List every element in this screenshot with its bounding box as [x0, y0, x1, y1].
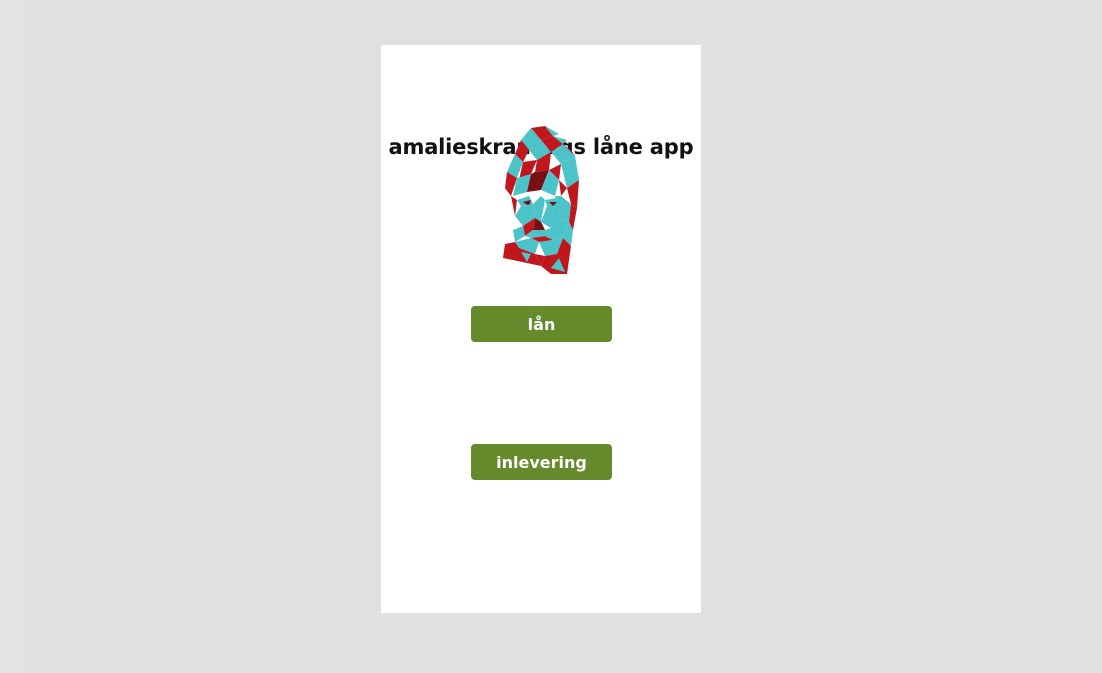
- amalie-skram-portrait-icon: [501, 126, 581, 276]
- app-screen: amalieskram vgs låne app: [381, 45, 701, 613]
- window-edge: [0, 0, 24, 673]
- inlevering-button[interactable]: inlevering: [471, 444, 612, 480]
- laan-button[interactable]: lån: [471, 306, 612, 342]
